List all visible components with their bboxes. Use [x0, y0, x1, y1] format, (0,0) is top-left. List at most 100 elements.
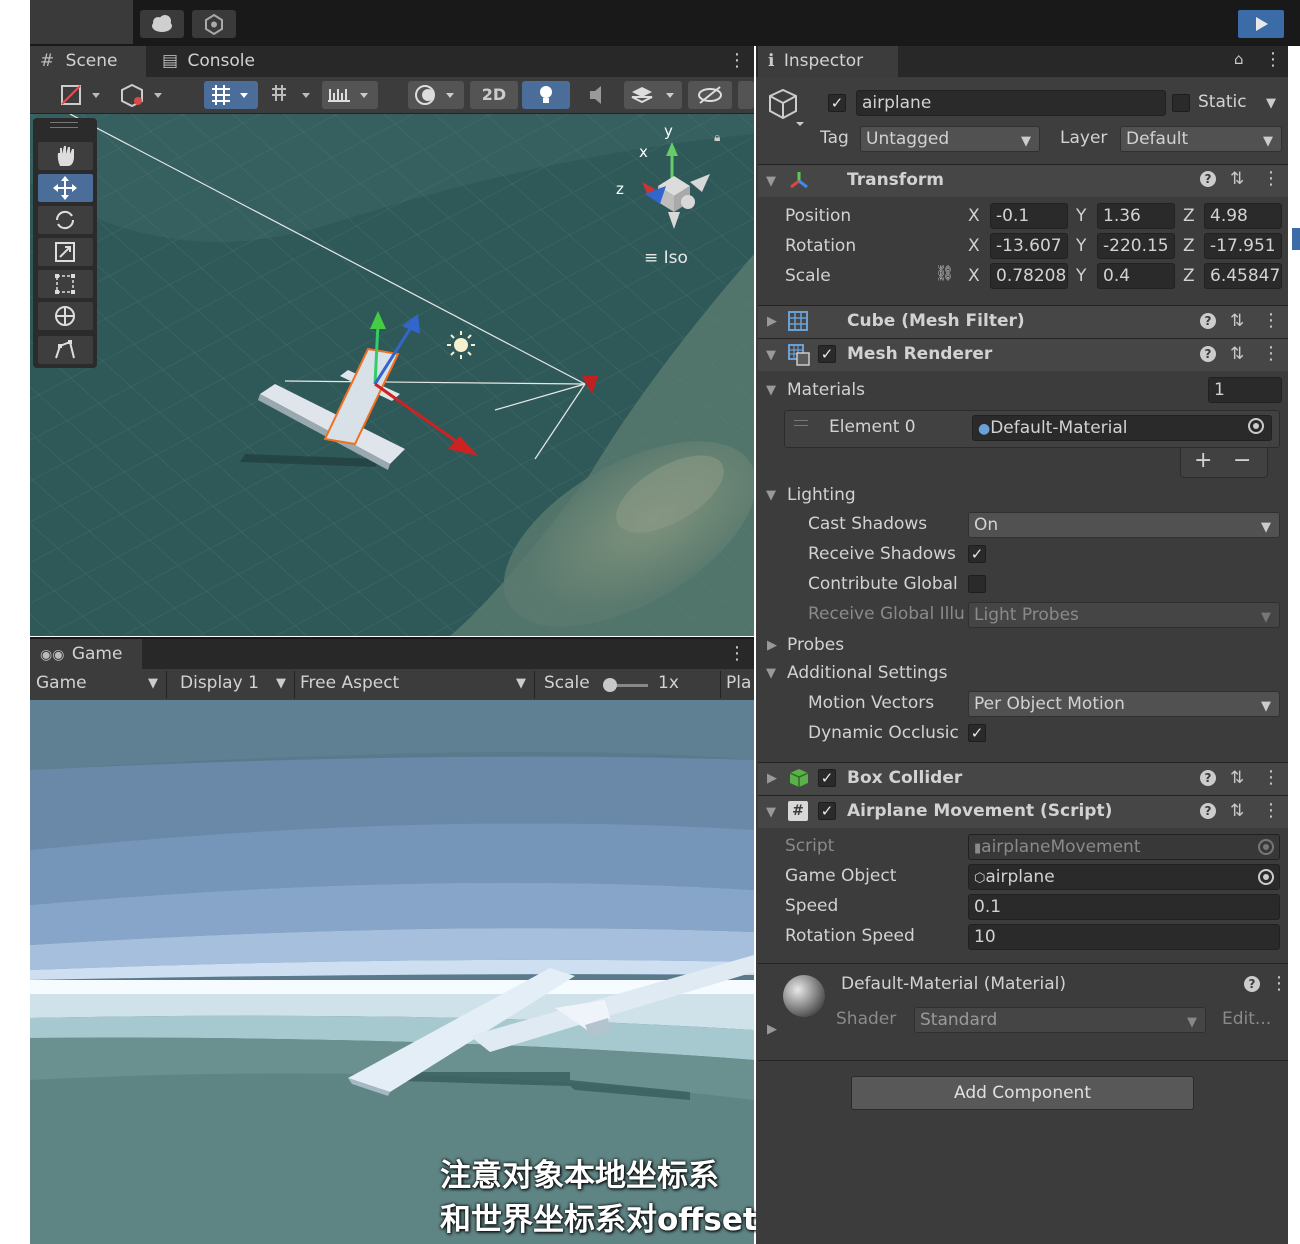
- custom-tool-button[interactable]: [38, 336, 93, 364]
- mesh-renderer-foldout-icon[interactable]: ▼: [766, 348, 776, 363]
- component-kebab-icon[interactable]: ⋮: [1262, 800, 1280, 821]
- scene-lighting-mode-button[interactable]: [408, 81, 464, 109]
- rotate-tool-button[interactable]: [38, 206, 93, 234]
- scale-y-label[interactable]: Y: [1076, 266, 1086, 286]
- receive-shadows-checkbox[interactable]: ✓: [968, 545, 986, 563]
- position-y-field[interactable]: 1.36: [1097, 203, 1175, 229]
- effects-button[interactable]: [624, 81, 682, 109]
- position-z-label[interactable]: Z: [1183, 206, 1195, 226]
- component-kebab-icon[interactable]: ⋮: [1262, 343, 1280, 364]
- play-button[interactable]: [1238, 10, 1284, 38]
- help-icon[interactable]: ?: [1200, 313, 1216, 329]
- increment-snap-button[interactable]: [266, 81, 318, 109]
- presets-icon[interactable]: ⇅: [1230, 171, 1244, 188]
- aspect-select[interactable]: Free Aspect ▼: [300, 673, 530, 693]
- play-focus-select[interactable]: Pla: [726, 673, 754, 693]
- static-checkbox[interactable]: [1172, 94, 1190, 112]
- scene-visibility-toggle[interactable]: [688, 81, 732, 109]
- tab-game[interactable]: ◉◉ Game: [30, 639, 142, 670]
- lock-icon[interactable]: ⌂: [1234, 50, 1244, 68]
- presets-icon[interactable]: ⇅: [1230, 346, 1244, 363]
- mode-2d-button[interactable]: 2D: [470, 81, 518, 109]
- material-foldout-icon[interactable]: ▶: [767, 1022, 777, 1037]
- game-menu-kebab-icon[interactable]: ⋮: [728, 643, 746, 664]
- help-icon[interactable]: ?: [1200, 770, 1216, 786]
- position-x-label[interactable]: X: [968, 206, 980, 226]
- move-tool-button[interactable]: [38, 174, 93, 202]
- scrollbar-thumb[interactable]: [1292, 228, 1300, 250]
- rotation-x-field[interactable]: -13.607: [990, 233, 1068, 259]
- rect-tool-button[interactable]: [38, 270, 93, 298]
- rotation-z-label[interactable]: Z: [1183, 236, 1195, 256]
- shader-dropdown[interactable]: Standard ▼: [914, 1007, 1206, 1033]
- hand-tool-button[interactable]: [38, 142, 93, 170]
- tag-dropdown[interactable]: Untagged ▼: [860, 126, 1040, 152]
- gizmo-lock-icon[interactable]: 🔒︎: [714, 130, 720, 145]
- list-remove-button[interactable]: −: [1233, 448, 1251, 473]
- scale-tool-button[interactable]: [38, 238, 93, 266]
- position-z-field[interactable]: 4.98: [1204, 203, 1282, 229]
- script-enabled-checkbox[interactable]: ✓: [818, 802, 836, 820]
- list-add-button[interactable]: +: [1194, 448, 1212, 473]
- collab-button[interactable]: [192, 10, 236, 38]
- materials-foldout-icon[interactable]: ▼: [766, 383, 776, 398]
- inspector-kebab-icon[interactable]: ⋮: [1264, 49, 1282, 70]
- additional-settings-foldout-icon[interactable]: ▼: [766, 666, 776, 681]
- script-foldout-icon[interactable]: ▼: [766, 805, 776, 820]
- component-kebab-icon[interactable]: ⋮: [1262, 767, 1280, 788]
- grid-snap-button[interactable]: [204, 81, 258, 109]
- cloud-button[interactable]: [140, 10, 184, 38]
- constrain-proportions-icon[interactable]: ⛓: [935, 266, 954, 281]
- object-picker-icon[interactable]: [1248, 418, 1264, 434]
- scene-lighting-toggle[interactable]: [522, 81, 570, 109]
- object-picker-icon[interactable]: [1258, 869, 1274, 885]
- presets-icon[interactable]: ⇅: [1230, 313, 1244, 330]
- display-select[interactable]: Display 1 ▼: [180, 673, 292, 693]
- scale-x-field[interactable]: 0.78208: [990, 263, 1068, 289]
- add-component-button[interactable]: Add Component: [851, 1076, 1194, 1110]
- render-mode-button[interactable]: [116, 81, 174, 109]
- presets-icon[interactable]: ⇅: [1230, 803, 1244, 820]
- projection-toggle[interactable]: ≡ Iso: [644, 248, 688, 268]
- lighting-foldout-icon[interactable]: ▼: [766, 488, 776, 503]
- component-kebab-icon[interactable]: ⋮: [1262, 310, 1280, 331]
- component-kebab-icon[interactable]: ⋮: [1262, 168, 1280, 189]
- contribute-gi-checkbox[interactable]: [968, 575, 986, 593]
- scene-viewport[interactable]: y x z 🔒︎ ≡ Iso: [30, 114, 754, 636]
- dynamic-occlusion-checkbox[interactable]: ✓: [968, 724, 986, 742]
- tab-inspector[interactable]: ℹ Inspector: [758, 46, 898, 77]
- layer-dropdown[interactable]: Default ▼: [1120, 126, 1282, 152]
- help-icon[interactable]: ?: [1244, 976, 1260, 992]
- static-dropdown-icon[interactable]: ▼: [1266, 96, 1276, 111]
- material-kebab-icon[interactable]: ⋮: [1270, 973, 1288, 994]
- object-name-field[interactable]: airplane: [856, 90, 1166, 116]
- scale-x-label[interactable]: X: [968, 266, 980, 286]
- draw-mode-button[interactable]: [56, 81, 110, 109]
- active-checkbox[interactable]: ✓: [828, 94, 846, 112]
- tab-scene[interactable]: # Scene: [30, 46, 146, 77]
- transform-tool-button[interactable]: [38, 302, 93, 330]
- rotation-y-label[interactable]: Y: [1076, 236, 1086, 256]
- rotation-y-field[interactable]: -220.15: [1097, 233, 1175, 259]
- mesh-renderer-enabled-checkbox[interactable]: ✓: [818, 345, 836, 363]
- motion-vectors-dropdown[interactable]: Per Object Motion ▼: [968, 691, 1280, 717]
- tab-console[interactable]: ▤ Console: [152, 46, 312, 77]
- scale-y-field[interactable]: 0.4: [1097, 263, 1175, 289]
- position-x-field[interactable]: -0.1: [990, 203, 1068, 229]
- game-object-icon[interactable]: [766, 86, 810, 134]
- box-collider-foldout-icon[interactable]: ▶: [767, 771, 777, 786]
- box-collider-enabled-checkbox[interactable]: ✓: [818, 769, 836, 787]
- game-object-field[interactable]: ⬡airplane: [968, 864, 1280, 890]
- rotation-x-label[interactable]: X: [968, 236, 980, 256]
- rotation-z-field[interactable]: -17.951: [1204, 233, 1282, 259]
- materials-count-field[interactable]: 1: [1208, 377, 1282, 403]
- presets-icon[interactable]: ⇅: [1230, 770, 1244, 787]
- scale-z-label[interactable]: Z: [1183, 266, 1195, 286]
- game-view-select[interactable]: Game ▼: [36, 673, 162, 693]
- help-icon[interactable]: ?: [1200, 171, 1216, 187]
- mesh-filter-foldout-icon[interactable]: ▶: [767, 314, 777, 329]
- drag-handle-icon[interactable]: [794, 420, 808, 426]
- gizmos-button[interactable]: [738, 81, 754, 109]
- scale-z-field[interactable]: 6.45847: [1204, 263, 1282, 289]
- scene-menu-kebab-icon[interactable]: ⋮: [728, 50, 746, 71]
